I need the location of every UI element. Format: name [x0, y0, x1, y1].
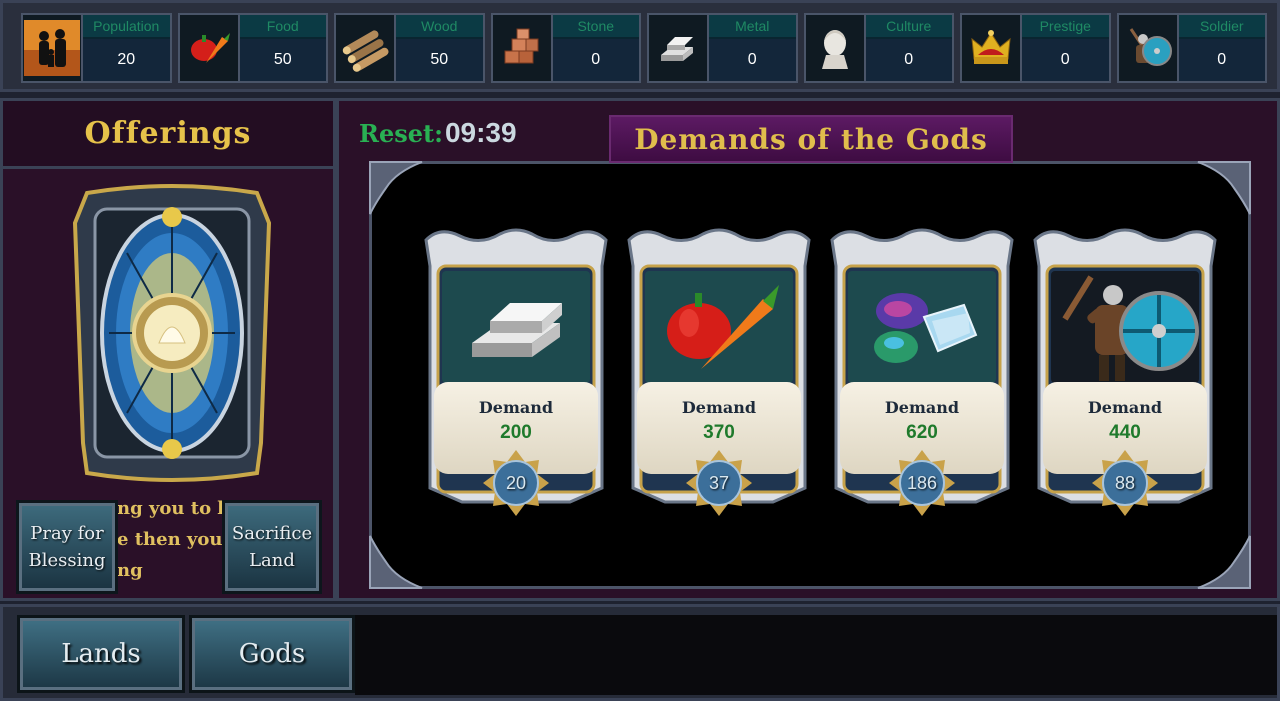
resource-population: Population 20	[21, 13, 172, 83]
demand-label: Demand	[681, 398, 757, 417]
corner-ornament-icon	[369, 535, 423, 589]
reset-time: 09:39	[444, 117, 517, 148]
stone-icon	[492, 15, 553, 81]
reward-value: 20	[505, 472, 527, 493]
resource-value: 0	[1178, 39, 1265, 81]
resource-name: Prestige	[1022, 15, 1109, 39]
stained-glass-window-icon	[69, 183, 275, 483]
soldier-icon	[1118, 15, 1179, 81]
demand-value: 440	[1109, 422, 1141, 443]
wood-icon	[336, 15, 396, 81]
gems-icon	[848, 271, 996, 383]
demand-value: 620	[906, 422, 938, 443]
reward-value: 37	[708, 472, 730, 493]
soldier-icon	[1051, 271, 1199, 383]
resource-prestige: Prestige 0	[960, 13, 1111, 83]
food-icon	[645, 271, 793, 383]
resource-value: 50	[396, 39, 483, 81]
population-icon	[23, 15, 83, 81]
food-icon	[179, 15, 240, 81]
reward-badge: 88	[1092, 450, 1158, 516]
reset-label: Reset:	[359, 119, 443, 148]
resource-name: Metal	[709, 15, 796, 39]
demand-value: 370	[703, 422, 735, 443]
bottom-nav: Lands Gods	[0, 604, 1280, 701]
resource-name: Stone	[552, 15, 639, 39]
resource-value: 50	[239, 39, 326, 81]
sacrifice-land-button[interactable]: Sacrifice Land	[222, 500, 322, 594]
offerings-panel: Offerings ng you to be e then you c ng P…	[0, 98, 336, 601]
demand-card-metal[interactable]: Demand 200 20	[420, 226, 612, 516]
resource-soldier: Soldier 0	[1116, 13, 1267, 83]
bottom-empty-area	[355, 615, 1277, 695]
reward-value: 88	[1114, 472, 1136, 493]
culture-icon	[805, 15, 866, 81]
resource-name: Food	[239, 15, 326, 39]
reset-timer: Reset: 09:39	[359, 117, 517, 149]
resource-name: Population	[83, 15, 170, 39]
demands-board: Demand 200 20 Demand 370 37 Demand 620 1…	[369, 161, 1251, 589]
resource-name: Soldier	[1178, 15, 1265, 39]
resource-culture: Culture 0	[803, 13, 954, 83]
resource-value: 0	[552, 39, 639, 81]
resource-bar: Population 20 Food 50 Wood 50 Stone 0 Me…	[0, 0, 1280, 92]
resource-stone: Stone 0	[490, 13, 641, 83]
demand-card-soldier[interactable]: Demand 440 88	[1029, 226, 1221, 516]
pray-for-blessing-button[interactable]: Pray for Blessing	[16, 500, 118, 594]
demand-card-food[interactable]: Demand 370 37	[623, 226, 815, 516]
resource-value: 0	[1022, 39, 1109, 81]
metal-bars-icon	[442, 271, 590, 383]
resource-metal: Metal 0	[647, 13, 798, 83]
reward-badge: 186	[889, 450, 955, 516]
resource-value: 0	[709, 39, 796, 81]
gods-title: Demands of the Gods	[609, 115, 1013, 163]
reward-badge: 20	[483, 450, 549, 516]
demand-label: Demand	[884, 398, 960, 417]
resource-name: Culture	[865, 15, 952, 39]
lands-tab[interactable]: Lands	[17, 615, 185, 693]
offerings-title: Offerings	[3, 101, 333, 169]
resource-value: 0	[865, 39, 952, 81]
gods-demands-panel: Reset: 09:39 Demand 200 20 Demand 370 37…	[336, 98, 1280, 601]
corner-ornament-icon	[369, 161, 423, 215]
demand-label: Demand	[478, 398, 554, 417]
demand-label: Demand	[1087, 398, 1163, 417]
metal-icon	[649, 15, 709, 81]
corner-ornament-icon	[1197, 161, 1251, 215]
resource-food: Food 50	[177, 13, 328, 83]
demand-value: 200	[500, 422, 532, 443]
demand-card-gems[interactable]: Demand 620 186	[826, 226, 1018, 516]
gods-tab[interactable]: Gods	[189, 615, 355, 693]
resource-value: 20	[83, 39, 170, 81]
reward-badge: 37	[686, 450, 752, 516]
crown-icon	[962, 15, 1022, 81]
resource-wood: Wood 50	[334, 13, 485, 83]
corner-ornament-icon	[1197, 535, 1251, 589]
resource-name: Wood	[396, 15, 483, 39]
reward-value: 186	[906, 472, 938, 493]
